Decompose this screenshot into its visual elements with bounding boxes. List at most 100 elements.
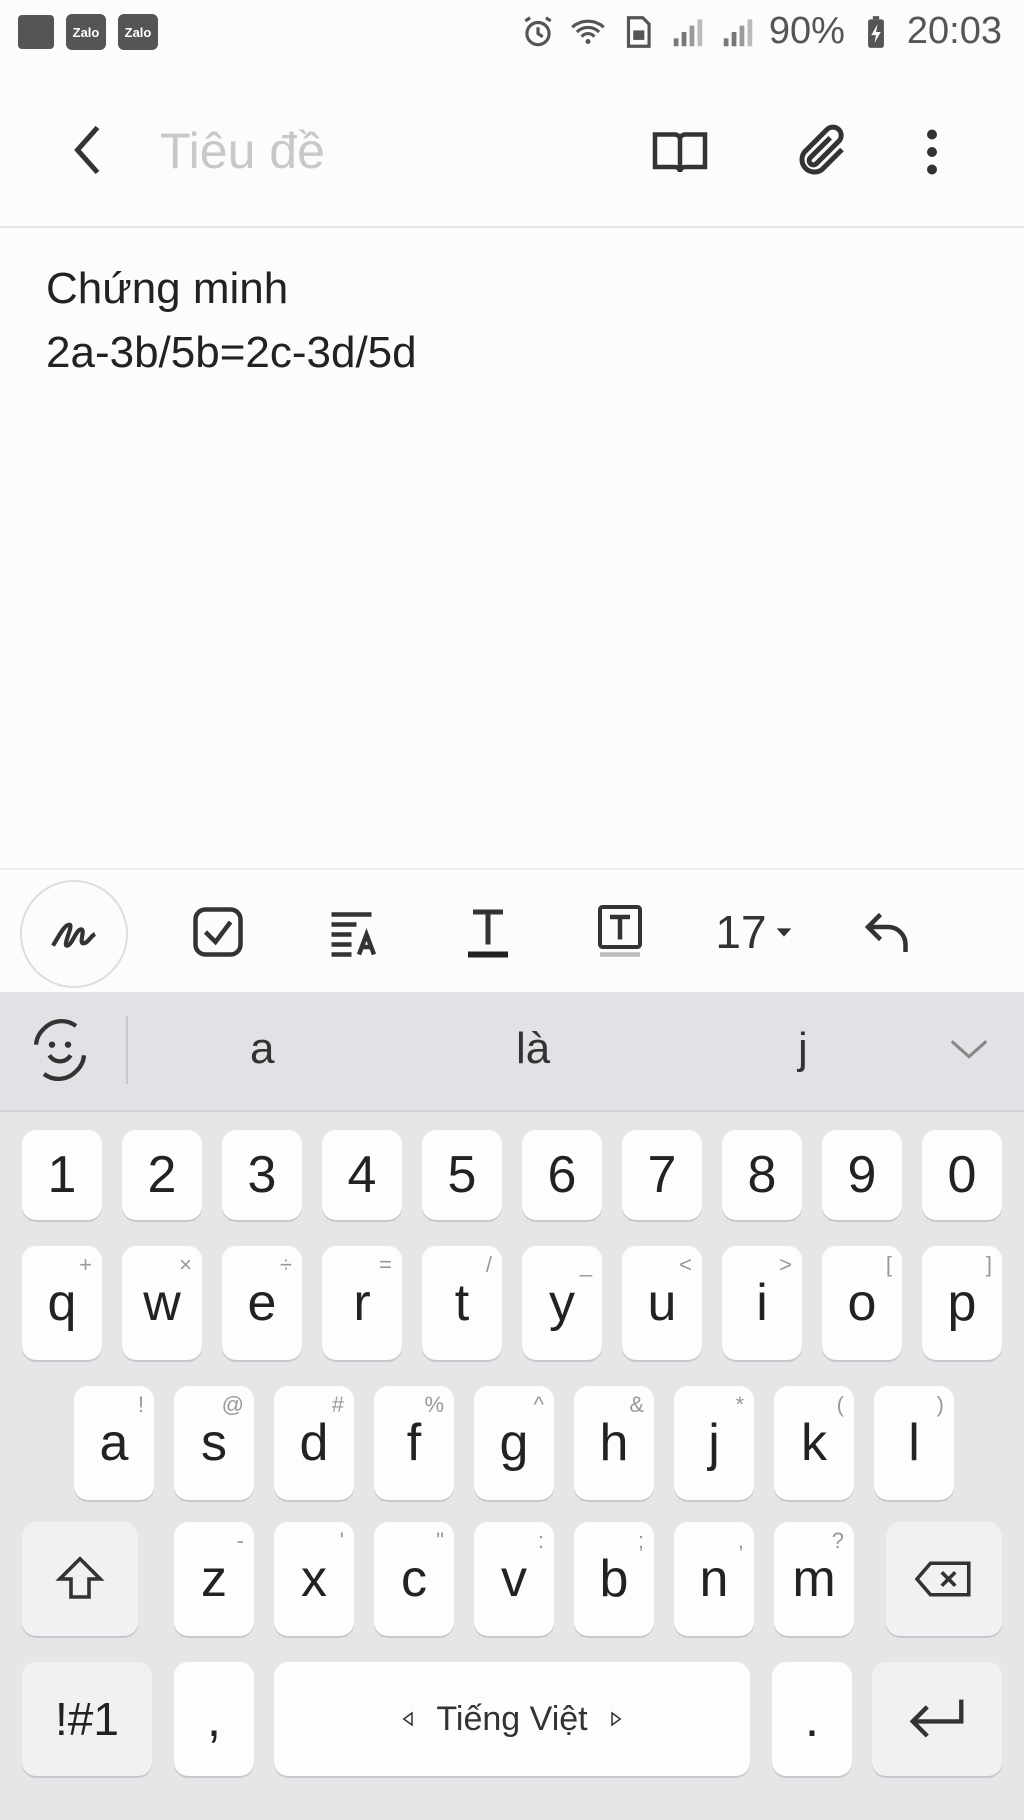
key-a[interactable]: a!: [74, 1386, 154, 1500]
key-1[interactable]: 1: [22, 1130, 102, 1220]
key-4[interactable]: 4: [322, 1130, 402, 1220]
enter-key[interactable]: [872, 1662, 1002, 1776]
battery-percent: 90%: [768, 10, 845, 52]
key-p[interactable]: p]: [922, 1246, 1002, 1360]
paperclip-icon: [799, 124, 844, 175]
comma-key[interactable]: ,: [174, 1662, 254, 1776]
formatting-toolbar: 17: [0, 868, 1024, 994]
backspace-key[interactable]: [886, 1522, 1002, 1636]
key-s[interactable]: s @: [174, 1386, 254, 1500]
note-text-line[interactable]: Chứng minh: [46, 264, 288, 314]
key-r[interactable]: r =: [322, 1246, 402, 1360]
key-letter: l: [908, 1414, 920, 1472]
key-letter: b: [599, 1550, 629, 1608]
key-7[interactable]: 7: [622, 1130, 702, 1220]
text-format-icon: [468, 909, 508, 958]
key-letter: v: [501, 1550, 527, 1608]
key-c[interactable]: c ": [374, 1522, 454, 1636]
key-e[interactable]: e ÷: [222, 1246, 302, 1360]
attach-button[interactable]: [784, 114, 860, 190]
key-5[interactable]: 5: [422, 1130, 502, 1220]
key-y[interactable]: y _: [522, 1246, 602, 1360]
key-symbol-hint: _: [579, 1252, 592, 1277]
key-w[interactable]: w ×: [122, 1246, 202, 1360]
key-q[interactable]: q +: [22, 1246, 102, 1360]
shift-key[interactable]: [22, 1522, 138, 1636]
key-symbol-hint: <: [679, 1252, 692, 1277]
key-u[interactable]: u <: [622, 1246, 702, 1360]
dropdown-triangle-icon: [776, 928, 791, 937]
clock: 20:03: [906, 10, 1002, 52]
battery-charging-icon: [867, 15, 884, 48]
reading-mode-button[interactable]: [642, 114, 718, 190]
key-symbol-hint: ^: [533, 1392, 544, 1417]
zalo-notification-icon: Zalo: [118, 14, 158, 50]
more-options-button[interactable]: [894, 114, 970, 190]
key-symbol-hint: ?: [831, 1528, 844, 1553]
key-6[interactable]: 6: [522, 1130, 602, 1220]
key-symbol-hint: :: [537, 1528, 544, 1553]
suggestion-item[interactable]: là: [516, 1024, 550, 1074]
key-symbol-hint: /: [485, 1252, 492, 1277]
undo-button[interactable]: [840, 884, 936, 980]
key-n[interactable]: n,: [674, 1522, 754, 1636]
key-d[interactable]: d #: [274, 1386, 354, 1500]
checkbox-button[interactable]: [170, 884, 266, 980]
space-language-label: Tiếng Việt: [400, 1700, 623, 1739]
key-o[interactable]: o[: [822, 1246, 902, 1360]
signal-icon: [673, 18, 703, 46]
text-style-icon: [331, 912, 377, 957]
handwriting-button[interactable]: [20, 880, 128, 988]
key-j[interactable]: j *: [674, 1386, 754, 1500]
key-3[interactable]: 3: [222, 1130, 302, 1220]
key-letter: z: [201, 1550, 227, 1608]
key-x[interactable]: x ': [274, 1522, 354, 1636]
emoji-refresh-icon[interactable]: [28, 1018, 92, 1082]
key-symbol-hint: +: [79, 1252, 92, 1277]
paragraph-style-button[interactable]: [306, 884, 402, 980]
gallery-notification-icon: [18, 15, 54, 49]
key-m[interactable]: m?: [774, 1522, 854, 1636]
suggestion-item[interactable]: a: [250, 1024, 274, 1074]
enter-arrow-icon: [909, 1699, 964, 1738]
back-arrow-icon[interactable]: [60, 120, 120, 180]
alarm-icon: [524, 15, 552, 46]
key-letter: r: [353, 1274, 371, 1332]
key-letter: f: [406, 1414, 422, 1472]
key-letter: m: [792, 1550, 836, 1608]
key-2[interactable]: 2: [122, 1130, 202, 1220]
key-i[interactable]: i >: [722, 1246, 802, 1360]
note-body[interactable]: Chứng minh 2a-3b/5b=2c-3d/5d: [0, 228, 1024, 868]
key-letter: s: [201, 1414, 227, 1472]
key-k[interactable]: k(: [774, 1386, 854, 1500]
chevron-down-icon[interactable]: [946, 1026, 992, 1072]
key-0[interactable]: 0: [922, 1130, 1002, 1220]
text-background-button[interactable]: [572, 884, 668, 980]
key-g[interactable]: g ^: [474, 1386, 554, 1500]
space-key[interactable]: Tiếng Việt: [274, 1662, 750, 1776]
font-size-dropdown[interactable]: 17: [700, 884, 810, 980]
keyboard: a là j 1 2 3 4 5 6 7 8 9 0 q + w × e ÷ r = t…: [0, 992, 1024, 1820]
key-t[interactable]: t /: [422, 1246, 502, 1360]
symbols-key[interactable]: !#1: [22, 1662, 152, 1776]
key-symbol-hint: ,: [737, 1528, 744, 1553]
key-symbol-hint: ": [436, 1528, 444, 1553]
shift-arrow-icon: [55, 1556, 105, 1599]
key-f[interactable]: f%: [374, 1386, 454, 1500]
text-style-button[interactable]: [440, 884, 536, 980]
key-l[interactable]: l): [874, 1386, 954, 1500]
note-text-line[interactable]: 2a-3b/5b=2c-3d/5d: [46, 328, 417, 378]
backspace-icon: [914, 1561, 971, 1597]
key-v[interactable]: v:: [474, 1522, 554, 1636]
text-box-icon: [598, 905, 642, 957]
key-h[interactable]: h &: [574, 1386, 654, 1500]
sim-icon: [626, 15, 651, 48]
key-z[interactable]: z-: [174, 1522, 254, 1636]
suggestion-item[interactable]: j: [798, 1024, 808, 1074]
key-b[interactable]: b;: [574, 1522, 654, 1636]
note-title-input[interactable]: Tiêu đề: [160, 122, 325, 180]
book-icon: [652, 132, 708, 173]
key-8[interactable]: 8: [722, 1130, 802, 1220]
period-key[interactable]: .: [772, 1662, 852, 1776]
key-9[interactable]: 9: [822, 1130, 902, 1220]
